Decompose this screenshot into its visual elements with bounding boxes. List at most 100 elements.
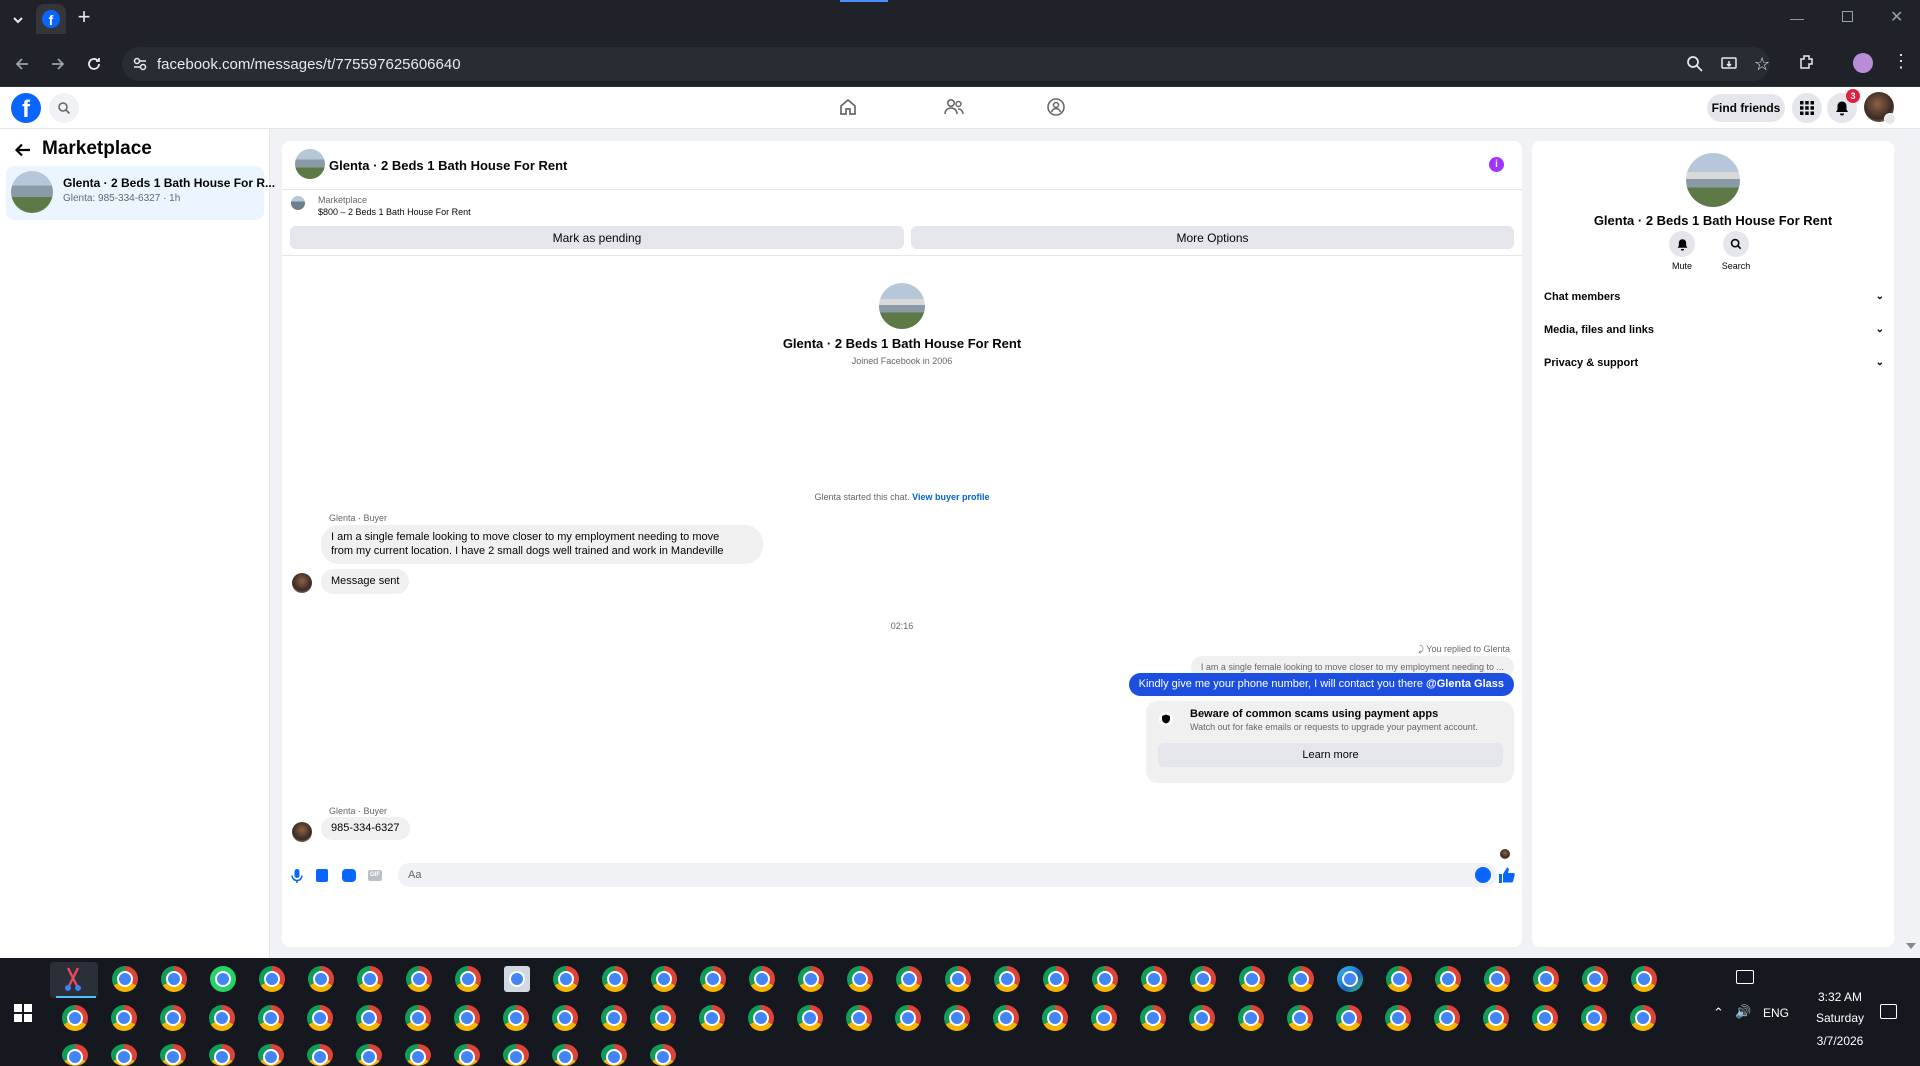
chrome-icon[interactable] [1140, 1005, 1166, 1031]
chrome-icon[interactable] [650, 1005, 676, 1031]
chrome-icon[interactable] [1484, 966, 1510, 992]
thumbs-up-icon[interactable] [1498, 866, 1516, 884]
chrome-icon[interactable] [650, 1044, 676, 1066]
chrome-icon[interactable] [994, 966, 1020, 992]
chrome-icon[interactable] [307, 1044, 333, 1066]
bookmark-star-icon[interactable]: ☆ [1754, 54, 1770, 75]
restore-icon[interactable] [1842, 11, 1853, 22]
chrome-icon[interactable] [944, 1005, 970, 1031]
chat-members-section[interactable]: Chat members ⌄ [1544, 291, 1884, 313]
chrome-icon[interactable] [258, 1044, 284, 1066]
chrome-icon[interactable] [601, 1005, 627, 1031]
sticker-icon[interactable] [342, 869, 356, 882]
active-tab[interactable]: f [36, 4, 66, 34]
chrome-icon[interactable] [1043, 966, 1069, 992]
listing-detail[interactable]: $800 – 2 Beds 1 Bath House For Rent [318, 207, 471, 217]
chat-header-avatar[interactable] [295, 149, 325, 179]
chrome-icon[interactable] [798, 966, 824, 992]
chrome-icon[interactable] [553, 966, 579, 992]
mute-label[interactable]: Mute [1652, 261, 1712, 271]
chrome-icon[interactable] [258, 1005, 284, 1031]
media-files-links-section[interactable]: Media, files and links ⌄ [1544, 324, 1884, 346]
chrome-icon[interactable] [307, 1005, 333, 1031]
chrome-icon[interactable] [749, 966, 775, 992]
forward-button[interactable] [42, 48, 74, 80]
chrome-icon[interactable] [1483, 1005, 1509, 1031]
back-button[interactable] [6, 48, 38, 80]
view-buyer-profile-link[interactable]: View buyer profile [912, 492, 989, 502]
chrome-icon[interactable] [552, 1005, 578, 1031]
edge-browser-icon[interactable] [1337, 966, 1363, 992]
chrome-icon[interactable] [209, 1005, 235, 1031]
incoming-message[interactable]: I am a single female looking to move clo… [321, 525, 763, 564]
back-arrow-icon[interactable] [14, 141, 32, 159]
chrome-icon[interactable] [602, 966, 628, 992]
chrome-icon[interactable] [1630, 1005, 1656, 1031]
chrome-icon[interactable] [1189, 1005, 1215, 1031]
chrome-icon[interactable] [699, 1005, 725, 1031]
chrome-icon[interactable] [1582, 966, 1608, 992]
snipping-tool-icon[interactable] [62, 966, 84, 992]
search-label[interactable]: Search [1706, 261, 1766, 271]
app-icon[interactable] [504, 966, 530, 992]
privacy-support-section[interactable]: Privacy & support ⌄ [1544, 357, 1884, 379]
chrome-icon[interactable] [1287, 1005, 1313, 1031]
show-hidden-icons-icon[interactable]: ⌃ [1713, 1005, 1724, 1021]
search-icon[interactable] [49, 93, 79, 123]
language-indicator[interactable]: ENG [1763, 1006, 1789, 1020]
tab-search-button[interactable] [2, 4, 34, 36]
chrome-icon[interactable] [552, 1044, 578, 1066]
info-icon[interactable]: i [1489, 157, 1504, 172]
chrome-icon[interactable] [1091, 1005, 1117, 1031]
chrome-icon[interactable] [1631, 966, 1657, 992]
chrome-icon[interactable] [62, 1005, 88, 1031]
gif-icon[interactable]: GIF [368, 870, 382, 881]
outgoing-message[interactable]: Kindly give me your phone number, I will… [1128, 673, 1514, 696]
clock-time[interactable]: 3:32 AM [1800, 990, 1880, 1004]
chrome-icon[interactable] [1385, 1005, 1411, 1031]
mute-bell-icon[interactable] [1669, 231, 1695, 257]
browser-menu-icon[interactable]: ⋮ [1892, 52, 1910, 70]
chrome-icon[interactable] [503, 1005, 529, 1031]
chrome-icon[interactable] [111, 1005, 137, 1031]
learn-more-button[interactable]: Learn more [1158, 743, 1503, 767]
message-sent-bubble[interactable]: Message sent [321, 569, 410, 594]
home-icon[interactable] [838, 97, 858, 117]
chrome-icon[interactable] [1239, 966, 1265, 992]
microphone-icon[interactable] [290, 868, 304, 884]
groups-icon[interactable] [1046, 97, 1066, 117]
install-app-icon[interactable] [1720, 55, 1738, 73]
chrome-icon[interactable] [356, 1044, 382, 1066]
chrome-icon[interactable] [209, 1044, 235, 1066]
chrome-icon[interactable] [700, 966, 726, 992]
chrome-icon[interactable] [1581, 1005, 1607, 1031]
chrome-icon[interactable] [405, 1005, 431, 1031]
message-input[interactable]: Aa [398, 863, 1497, 887]
new-tab-button[interactable]: + [72, 6, 96, 30]
whatsapp-icon[interactable] [210, 966, 236, 992]
chrome-icon[interactable] [1238, 1005, 1264, 1031]
chrome-icon[interactable] [601, 1044, 627, 1066]
chrome-icon[interactable] [406, 966, 432, 992]
chrome-icon[interactable] [160, 1005, 186, 1031]
clock-date[interactable]: 3/7/2026 [1800, 1034, 1880, 1048]
chrome-icon[interactable] [405, 1044, 431, 1066]
minimize-icon[interactable]: — [1790, 10, 1804, 26]
incoming-message[interactable]: 985-334-6327 [321, 817, 410, 840]
chat-title[interactable]: Glenta · 2 Beds 1 Bath House For Rent [329, 158, 567, 173]
gallery-icon[interactable] [316, 869, 328, 882]
chrome-icon[interactable] [455, 966, 481, 992]
more-options-button[interactable]: More Options [911, 226, 1514, 249]
volume-icon[interactable]: 🔊 [1735, 1004, 1751, 1020]
close-window-icon[interactable]: ✕ [1890, 7, 1903, 27]
chrome-icon[interactable] [1336, 1005, 1362, 1031]
facebook-logo-icon[interactable]: f [11, 93, 41, 123]
chrome-icon[interactable] [111, 1044, 137, 1066]
account-chevron-icon[interactable] [1884, 113, 1896, 125]
chrome-icon[interactable] [160, 1044, 186, 1066]
chrome-icon[interactable] [895, 1005, 921, 1031]
friends-icon[interactable] [943, 97, 965, 117]
find-friends-button[interactable]: Find friends [1707, 94, 1785, 122]
extensions-icon[interactable] [1797, 52, 1817, 72]
chrome-icon[interactable] [357, 966, 383, 992]
